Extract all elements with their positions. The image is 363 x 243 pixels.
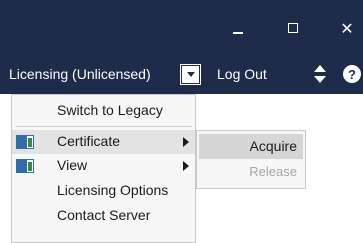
submenu-item-label: Acquire bbox=[249, 138, 297, 154]
menu-item-label: View bbox=[57, 157, 88, 173]
submenu-item-label: Release bbox=[249, 164, 297, 179]
close-button[interactable]: ✕ bbox=[335, 16, 359, 40]
menu-item-contact-server[interactable]: Contact Server bbox=[12, 204, 195, 228]
menu-item-label: Switch to Legacy bbox=[57, 102, 163, 118]
menu-item-certificate[interactable]: Certificate bbox=[12, 130, 195, 154]
menu-item-view[interactable]: View bbox=[12, 154, 195, 178]
menu-item-switch-to-legacy[interactable]: Switch to Legacy bbox=[12, 99, 195, 123]
licensing-dropdown-menu: Switch to Legacy Certificate View Licens… bbox=[11, 94, 196, 243]
menu-item-label: Licensing Options bbox=[57, 182, 169, 198]
panel-layout-icon bbox=[16, 135, 34, 149]
sort-arrows-icon[interactable] bbox=[313, 64, 327, 84]
certificate-submenu: Acquire Release bbox=[196, 130, 306, 189]
minimize-icon bbox=[233, 31, 243, 34]
panel-layout-icon bbox=[16, 159, 34, 173]
submenu-arrow-icon bbox=[183, 161, 189, 171]
licensing-menu-label[interactable]: Licensing (Unlicensed) bbox=[9, 66, 151, 82]
submenu-item-acquire[interactable]: Acquire bbox=[199, 134, 303, 159]
submenu-arrow-icon bbox=[183, 137, 189, 147]
logout-link[interactable]: Log Out bbox=[217, 66, 267, 82]
menu-item-licensing-options[interactable]: Licensing Options bbox=[12, 179, 195, 203]
chevron-down-icon bbox=[186, 72, 195, 77]
minimize-button[interactable] bbox=[226, 16, 250, 40]
title-bar: ✕ bbox=[0, 0, 363, 55]
help-icon[interactable]: ? bbox=[343, 65, 361, 83]
menu-item-label: Contact Server bbox=[57, 207, 151, 223]
submenu-item-release: Release bbox=[199, 160, 303, 185]
menu-item-label: Certificate bbox=[57, 133, 121, 149]
maximize-button[interactable] bbox=[281, 16, 305, 40]
close-icon: ✕ bbox=[340, 18, 354, 38]
licensing-dropdown-button[interactable] bbox=[180, 64, 201, 85]
maximize-icon bbox=[288, 23, 298, 33]
menu-separator bbox=[16, 126, 192, 127]
